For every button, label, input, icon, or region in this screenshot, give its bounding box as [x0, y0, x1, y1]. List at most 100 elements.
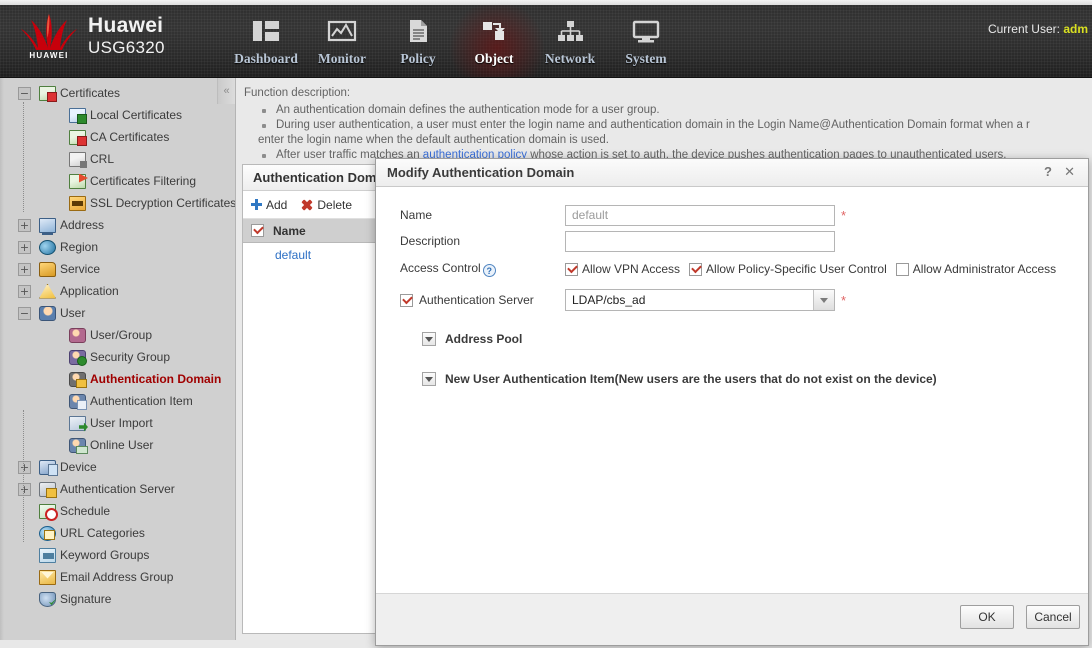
- authentication-server-icon: [39, 481, 57, 498]
- function-description-title: Function description:: [244, 87, 351, 99]
- sidebar-item-url-categories[interactable]: URL Categories: [6, 522, 235, 544]
- chevron-down-icon[interactable]: [813, 290, 834, 310]
- nav-tab-system[interactable]: System: [608, 12, 684, 67]
- authentication-item-icon: [69, 393, 87, 410]
- sidebar-navigation: « − Certificates Local Certificates CA Cert…: [0, 78, 236, 640]
- sidebar-item-device[interactable]: + Device: [6, 456, 235, 478]
- sidebar-item-service[interactable]: + Service: [6, 258, 235, 280]
- sidebar-item-label: Authentication Server: [60, 482, 175, 496]
- address-pool-section[interactable]: Address Pool: [400, 332, 1070, 346]
- authentication-server-label: Authentication Server: [419, 293, 534, 307]
- dialog-footer: OK Cancel: [376, 593, 1088, 645]
- sidebar-item-authentication-server[interactable]: + Authentication Server: [6, 478, 235, 500]
- authentication-server-label-wrap: Authentication Server: [400, 293, 565, 307]
- collapse-icon[interactable]: −: [18, 306, 31, 320]
- sidebar-item-label: User/Group: [90, 328, 153, 342]
- ok-button[interactable]: OK: [960, 605, 1014, 629]
- signature-icon: [39, 591, 56, 607]
- nav-tab-network[interactable]: Network: [532, 12, 608, 67]
- user-import-icon: [69, 415, 86, 431]
- name-required-marker: *: [841, 207, 847, 223]
- collapse-icon[interactable]: −: [18, 86, 31, 100]
- grid-column-name: Name: [273, 223, 306, 238]
- authentication-server-checkbox[interactable]: [400, 293, 413, 307]
- sidebar-item-label: Signature: [60, 592, 112, 606]
- sidebar-item-label: Certificates Filtering: [90, 174, 197, 188]
- sidebar-item-signature[interactable]: Signature: [6, 588, 235, 610]
- function-description-bullet-2: During user authentication, a user must …: [244, 118, 1092, 133]
- sidebar-item-address[interactable]: + Address: [6, 214, 235, 236]
- nav-tab-monitor[interactable]: Monitor: [304, 12, 380, 67]
- certificate-filter-icon: [69, 173, 86, 189]
- nav-label-policy: Policy: [400, 51, 436, 66]
- add-button[interactable]: Add: [251, 198, 287, 212]
- allow-vpn-access-label: Allow VPN Access: [582, 262, 681, 276]
- sidebar-item-local-certificates[interactable]: Local Certificates: [6, 104, 235, 126]
- expand-icon[interactable]: +: [18, 262, 31, 276]
- sidebar-item-user[interactable]: − User: [6, 302, 235, 324]
- top-header-bar: HUAWEI Huawei USG6320 Dashboard Monitor: [0, 0, 1092, 78]
- sidebar-item-certificates[interactable]: − Certificates: [6, 82, 235, 104]
- new-user-authentication-item-section[interactable]: New User Authentication Item(New users a…: [400, 372, 1070, 386]
- domain-name-link[interactable]: default: [275, 248, 311, 262]
- new-user-authentication-item-label: New User Authentication Item(New users a…: [445, 372, 937, 386]
- sidebar-item-keyword-groups[interactable]: Keyword Groups: [6, 544, 235, 566]
- nav-tab-policy[interactable]: Policy: [380, 12, 456, 67]
- sidebar-item-schedule[interactable]: Schedule: [6, 500, 235, 522]
- authentication-server-select-wrap[interactable]: LDAP/cbs_ad: [565, 289, 835, 311]
- sidebar-collapse-button[interactable]: «: [217, 78, 235, 104]
- authentication-server-select[interactable]: LDAP/cbs_ad: [565, 289, 835, 311]
- expand-icon[interactable]: +: [18, 482, 31, 496]
- expand-icon[interactable]: +: [18, 240, 31, 254]
- nav-tab-dashboard[interactable]: Dashboard: [228, 12, 304, 67]
- allow-administrator-access-option[interactable]: Allow Administrator Access: [895, 262, 1057, 276]
- allow-vpn-access-option[interactable]: Allow VPN Access: [565, 262, 680, 276]
- sidebar-item-ca-certificates[interactable]: CA Certificates: [6, 126, 235, 148]
- sidebar-item-authentication-domain[interactable]: Authentication Domain: [6, 368, 235, 390]
- brand-line-1: Huawei: [88, 14, 164, 38]
- delete-button[interactable]: Delete: [301, 198, 352, 212]
- cancel-button[interactable]: Cancel: [1026, 605, 1080, 629]
- expand-icon[interactable]: +: [18, 218, 31, 232]
- allow-administrator-access-label: Allow Administrator Access: [912, 262, 1057, 276]
- close-icon[interactable]: ✕: [1064, 164, 1075, 180]
- sidebar-item-email-address-group[interactable]: Email Address Group: [6, 566, 235, 588]
- sidebar-item-user-group[interactable]: User/Group: [6, 324, 235, 346]
- sidebar-item-label: Schedule: [60, 504, 111, 518]
- allow-administrator-access-checkbox[interactable]: [895, 262, 909, 276]
- sidebar-item-certificates-filtering[interactable]: Certificates Filtering: [6, 170, 235, 192]
- sidebar-item-authentication-item[interactable]: Authentication Item: [6, 390, 235, 412]
- sidebar-item-label: User Import: [90, 416, 153, 430]
- help-icon[interactable]: ?: [1044, 164, 1052, 179]
- expand-collapse-icon[interactable]: [422, 332, 436, 346]
- allow-policy-specific-user-control-checkbox[interactable]: [689, 262, 703, 276]
- nav-label-object: Object: [474, 51, 514, 66]
- sidebar-item-ssl-decryption-certificates[interactable]: SSL Decryption Certificates: [6, 192, 235, 214]
- question-mark-icon[interactable]: ?: [482, 264, 496, 278]
- sidebar-item-application[interactable]: + Application: [6, 280, 235, 302]
- description-input[interactable]: [565, 230, 835, 252]
- allow-vpn-access-checkbox[interactable]: [565, 262, 578, 276]
- current-user-label: Current User:: [987, 22, 1060, 36]
- name-input[interactable]: [565, 204, 835, 226]
- allow-policy-specific-user-control-label: Allow Policy-Specific User Control: [706, 262, 887, 276]
- sidebar-item-security-group[interactable]: Security Group: [6, 346, 235, 368]
- function-description-block: Function description: An authentication …: [236, 78, 1092, 163]
- dialog-body: Name * Description Access Control? Allow…: [376, 188, 1088, 593]
- sidebar-item-crl[interactable]: CRL: [6, 148, 235, 170]
- expand-icon[interactable]: +: [18, 284, 31, 298]
- nav-tab-object[interactable]: Object: [456, 12, 532, 67]
- nav-label-monitor: Monitor: [318, 51, 366, 66]
- sidebar-item-online-user[interactable]: Online User: [6, 434, 235, 456]
- allow-policy-specific-user-control-option[interactable]: Allow Policy-Specific User Control: [689, 262, 887, 276]
- sidebar-item-user-import[interactable]: User Import: [6, 412, 235, 434]
- sidebar-item-label: Keyword Groups: [60, 548, 150, 562]
- select-all-checkbox[interactable]: [251, 224, 264, 237]
- service-folder-icon: [39, 261, 56, 277]
- expand-icon[interactable]: +: [18, 460, 31, 474]
- modify-authentication-domain-dialog: Modify Authentication Domain ? ✕ Name * …: [375, 158, 1089, 646]
- nav-label-system: System: [625, 51, 667, 66]
- name-field-row: Name *: [400, 202, 1070, 228]
- expand-collapse-icon[interactable]: [422, 372, 436, 386]
- sidebar-item-region[interactable]: + Region: [6, 236, 235, 258]
